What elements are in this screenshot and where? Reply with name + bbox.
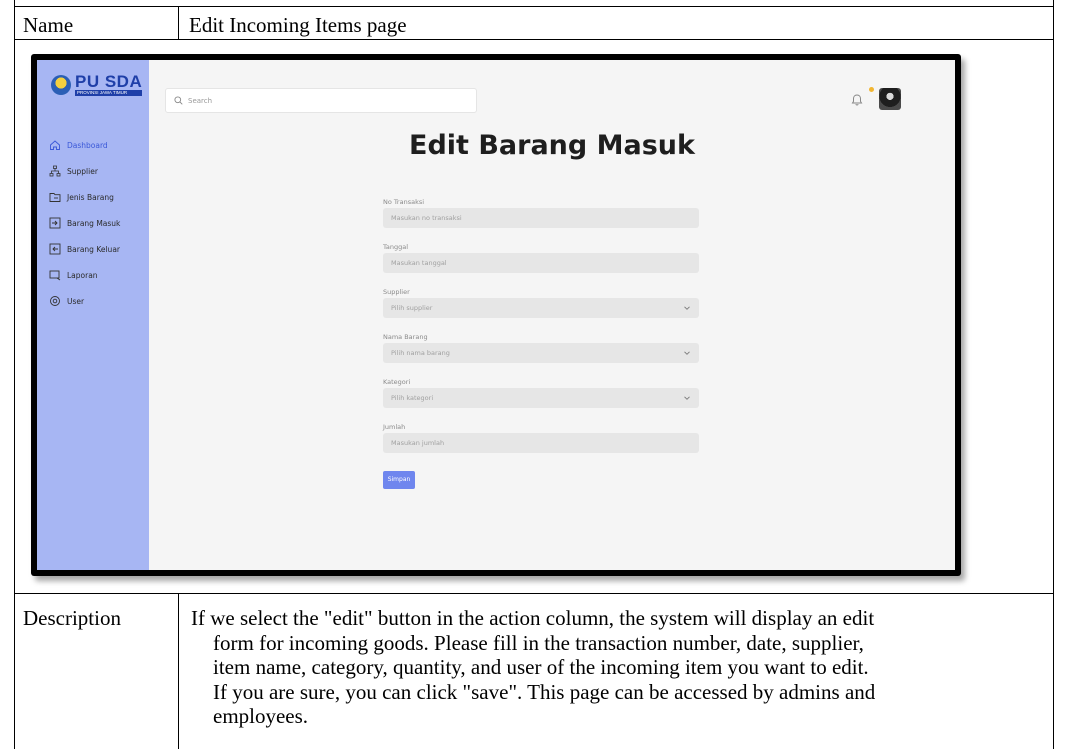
column-divider: [178, 594, 179, 749]
description-line: employees.: [213, 704, 309, 728]
sidebar-item-user[interactable]: User: [49, 288, 120, 314]
sidebar-item-label: Barang Masuk: [67, 218, 121, 228]
search-placeholder: Search: [188, 96, 213, 105]
save-button[interactable]: Simpan: [383, 471, 415, 489]
chevron-down-icon: [684, 351, 690, 355]
field-placeholder: Masukan tanggal: [391, 259, 447, 267]
nama-barang-label: Nama Barang: [383, 333, 428, 341]
description-line: form for incoming goods. Please fill in …: [213, 630, 864, 655]
network-icon: [49, 165, 61, 177]
tanggal-label: Tanggal: [383, 243, 409, 251]
jumlah-label: Jumlah: [383, 423, 406, 431]
sidebar-item-label: Laporan: [67, 270, 98, 280]
sidebar-item-label: Jenis Barang: [67, 192, 114, 202]
name-label: Name: [23, 13, 74, 37]
sidebar-item-label: Supplier: [67, 166, 98, 176]
user-settings-icon: [50, 296, 60, 306]
sidebar-item-jenis-barang[interactable]: Jenis Barang: [49, 184, 120, 210]
supplier-select[interactable]: Pilih supplier: [383, 298, 699, 318]
column-divider: [178, 7, 179, 40]
kategori-label: Kategori: [383, 378, 411, 386]
supplier-label: Supplier: [383, 288, 410, 296]
app-screenshot: PU SDA PROVINSI JAWA TIMUR Dashboard Supp…: [31, 54, 961, 576]
field-placeholder: Pilih supplier: [391, 304, 433, 312]
sidebar-item-barang-masuk[interactable]: Barang Masuk: [49, 210, 120, 236]
edit-form: No Transaksi Masukan no transaksi Tanggal M…: [383, 196, 699, 489]
field-placeholder: Masukan jumlah: [391, 439, 445, 447]
chevron-down-icon: [684, 396, 690, 400]
description-line: If you are sure, you can click "save". T…: [213, 679, 876, 704]
bell-icon[interactable]: [849, 92, 865, 108]
name-row: Name Edit Incoming Items page: [15, 6, 1053, 40]
screenshot-row: PU SDA PROVINSI JAWA TIMUR Dashboard Supp…: [15, 40, 1053, 594]
name-value: Edit Incoming Items page: [189, 13, 407, 37]
tanggal-field[interactable]: Masukan tanggal: [383, 253, 699, 273]
emblem-icon: [51, 75, 71, 95]
search-input[interactable]: Search: [165, 88, 477, 113]
sidebar-item-label: User: [67, 296, 85, 306]
no-transaksi-label: No Transaksi: [383, 198, 425, 206]
sidebar-item-supplier[interactable]: Supplier: [49, 158, 120, 184]
document-table: Name Edit Incoming Items page PU SDA PRO…: [14, 0, 1054, 749]
search-icon: [174, 96, 183, 105]
page-title: Edit Barang Masuk: [409, 130, 695, 161]
logo: PU SDA PROVINSI JAWA TIMUR: [51, 72, 143, 96]
jumlah-field[interactable]: Masukan jumlah: [383, 433, 699, 453]
field-placeholder: Pilih nama barang: [391, 349, 450, 357]
report-icon: [49, 270, 61, 281]
kategori-select[interactable]: Pilih kategori: [383, 388, 699, 408]
no-transaksi-field[interactable]: Masukan no transaksi: [383, 208, 699, 228]
description-line: If we select the "edit" button in the ac…: [191, 606, 875, 630]
sidebar-item-barang-keluar[interactable]: Barang Keluar: [49, 236, 120, 262]
app-window: PU SDA PROVINSI JAWA TIMUR Dashboard Supp…: [37, 60, 955, 570]
inbox-out-icon: [49, 243, 61, 255]
sidebar-item-label: Barang Keluar: [67, 244, 120, 254]
notification-dot: [869, 87, 874, 92]
folder-icon: [49, 193, 61, 202]
logo-subtext: PROVINSI JAWA TIMUR: [75, 90, 143, 96]
description-row: Description If we select the "edit" butt…: [15, 594, 1053, 749]
field-placeholder: Pilih kategori: [391, 394, 434, 402]
inbox-in-icon: [49, 217, 61, 229]
description-label: Description: [23, 606, 121, 630]
logo-text: PU SDA: [75, 72, 143, 91]
sidebar-item-laporan[interactable]: Laporan: [49, 262, 120, 288]
field-placeholder: Masukan no transaksi: [391, 214, 462, 222]
avatar[interactable]: [879, 88, 901, 110]
description-text: If we select the "edit" button in the ac…: [191, 606, 1043, 729]
chevron-down-icon: [684, 306, 690, 310]
nama-barang-select[interactable]: Pilih nama barang: [383, 343, 699, 363]
description-line: item name, category, quantity, and user …: [213, 655, 869, 679]
